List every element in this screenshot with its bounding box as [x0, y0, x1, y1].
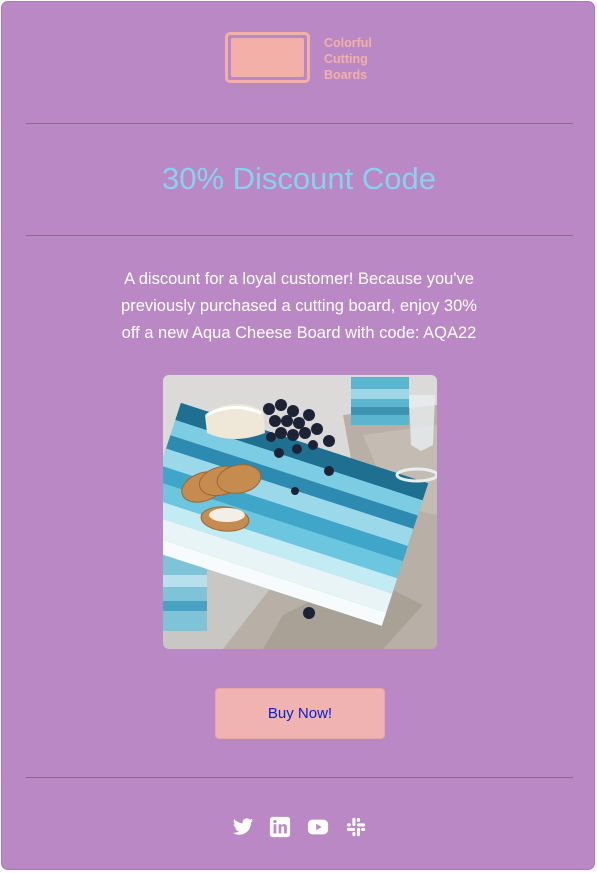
- logo-text: Colorful Cutting Boards: [324, 35, 404, 83]
- divider-title: [26, 235, 573, 236]
- logo-line-1: Colorful: [324, 36, 372, 50]
- slack-icon[interactable]: [345, 816, 367, 838]
- divider-top: [26, 123, 573, 124]
- email-title: 30% Discount Code: [162, 161, 436, 196]
- email-card: Colorful Cutting Boards 30% Discount Cod…: [1, 1, 595, 870]
- body-line-1: A discount for a loyal customer! Because…: [124, 270, 474, 288]
- body-line-3: off a new Aqua Cheese Board with code: A…: [121, 324, 477, 342]
- youtube-icon[interactable]: [307, 816, 329, 838]
- email-body: A discount for a loyal customer! Because…: [92, 266, 506, 347]
- twitter-icon[interactable]: [232, 816, 254, 838]
- buy-now-button[interactable]: Buy Now!: [215, 688, 385, 739]
- logo-image: [225, 32, 310, 83]
- cheese-board-image: [163, 375, 437, 649]
- body-line-2: previously purchased a cutting board, en…: [121, 297, 477, 315]
- logo-line-2: Cutting: [324, 52, 368, 66]
- linkedin-icon[interactable]: [269, 816, 291, 838]
- logo-line-3: Boards: [324, 68, 368, 82]
- divider-footer: [26, 777, 573, 778]
